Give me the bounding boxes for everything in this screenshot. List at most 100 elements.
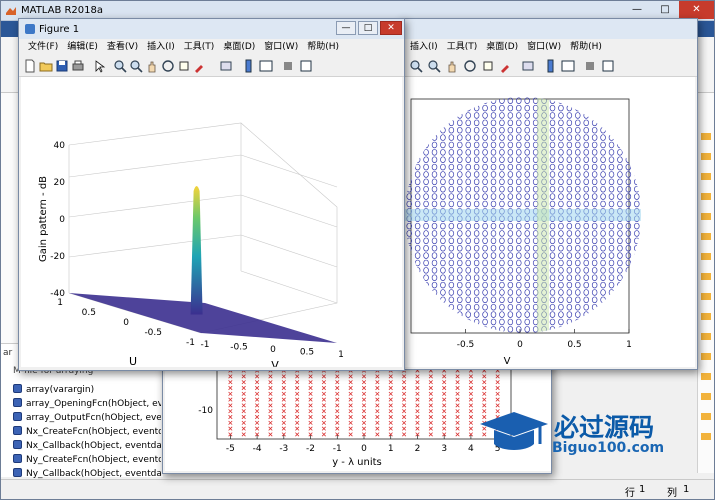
pan-icon[interactable] <box>445 59 459 73</box>
x-tick-label: 2 <box>415 444 421 454</box>
figure1-toolbar <box>19 55 404 77</box>
data-cursor-icon[interactable] <box>177 59 191 73</box>
figure-window-gain-pattern[interactable]: Figure 1 — □ ✕ 文件(F) 编辑(E) 查看(V) 插入(I) 工具(T)… <box>18 18 405 371</box>
contour-ring <box>634 318 640 326</box>
matlab-minimize-button[interactable]: — <box>623 1 651 19</box>
menu-window[interactable]: 窗口(W) <box>527 39 561 55</box>
marker-bar <box>701 233 711 240</box>
list-item[interactable]: Ny_CreateFcn(hObject, eventdata... <box>13 454 161 467</box>
rotate-3d-icon[interactable] <box>161 59 175 73</box>
menu-insert[interactable]: 插入(I) <box>147 39 175 55</box>
figure2-toolbar <box>401 55 697 77</box>
list-item[interactable]: Nx_CreateFcn(hObject, eventdata... <box>13 426 161 439</box>
contour-ring <box>634 178 640 186</box>
matlab-maximize-button[interactable]: □ <box>651 1 679 19</box>
x-tick-label: 3 <box>441 444 447 454</box>
new-figure-icon[interactable] <box>23 59 37 73</box>
brush-icon[interactable] <box>499 59 513 73</box>
legend-icon[interactable] <box>259 59 273 73</box>
figure1-maximize-button[interactable]: □ <box>358 21 378 35</box>
contour-ring <box>634 185 640 193</box>
contour-ring <box>634 259 640 267</box>
brush-icon[interactable] <box>193 59 207 73</box>
menu-edit[interactable]: 编辑(E) <box>67 39 98 55</box>
z-tick-label: 0 <box>59 215 65 225</box>
u-axis-label: U <box>129 355 137 367</box>
list-item[interactable]: Nx_Callback(hObject, eventdata... <box>13 440 161 453</box>
link-plot-icon[interactable] <box>521 59 535 73</box>
function-icon <box>13 426 22 435</box>
figure1-close-button[interactable]: ✕ <box>380 21 402 35</box>
hide-plot-tools-icon[interactable] <box>583 59 597 73</box>
menu-tools[interactable]: 工具(T) <box>447 39 478 55</box>
figure1-menu-bar: 文件(F) 编辑(E) 查看(V) 插入(I) 工具(T) 桌面(D) 窗口(W) 帮助(H) <box>19 39 404 55</box>
colorbar-icon[interactable] <box>543 59 557 73</box>
main-lobe-band-horizontal <box>405 209 641 221</box>
legend-icon[interactable] <box>561 59 575 73</box>
figure-window-contour[interactable]: 插入(I) 工具(T) 桌面(D) 窗口(W) 帮助(H) -0.5 0 0.5 1 V <box>400 18 698 370</box>
figure2-title-bar[interactable] <box>401 19 697 39</box>
contour-ring <box>634 97 640 104</box>
rotate-icon[interactable] <box>463 59 477 73</box>
function-icon <box>13 468 22 477</box>
menu-desktop[interactable]: 桌面(D) <box>486 39 518 55</box>
contour-ring <box>634 163 640 171</box>
marker-bar <box>701 393 711 400</box>
x-tick-label: 0.5 <box>567 340 581 350</box>
marker-bar <box>701 193 711 200</box>
menu-window[interactable]: 窗口(W) <box>264 39 298 55</box>
show-plot-tools-icon[interactable] <box>601 59 615 73</box>
list-item[interactable]: array_OpeningFcn(hObject, eventdata... <box>13 398 161 411</box>
panel-header: ar <box>3 348 13 358</box>
list-item[interactable]: array(varargin) <box>13 384 161 397</box>
figure1-title: Figure 1 <box>39 24 80 35</box>
menu-desktop[interactable]: 桌面(D) <box>223 39 255 55</box>
print-icon[interactable] <box>71 59 85 73</box>
figure1-minimize-button[interactable]: — <box>336 21 356 35</box>
list-item[interactable]: array_OutputFcn(hObject, eventdata... <box>13 412 161 425</box>
link-plot-icon[interactable] <box>219 59 233 73</box>
x-tick-label: -3 <box>279 444 288 454</box>
menu-tools[interactable]: 工具(T) <box>184 39 215 55</box>
main-lobe-band-vertical <box>537 97 549 333</box>
show-plot-tools-icon[interactable] <box>299 59 313 73</box>
zoom-out-icon[interactable] <box>427 59 441 73</box>
status-bar: 行 1 列 1 <box>1 479 714 499</box>
zoom-in-icon[interactable] <box>113 59 127 73</box>
menu-help[interactable]: 帮助(H) <box>570 39 602 55</box>
hide-plot-tools-icon[interactable] <box>281 59 295 73</box>
save-icon[interactable] <box>55 59 69 73</box>
menu-insert[interactable]: 插入(I) <box>410 39 438 55</box>
marker-bar <box>701 333 711 340</box>
graduation-cap-logo-icon <box>480 412 548 450</box>
marker-bar <box>701 213 711 220</box>
contour-plot: -0.5 0 0.5 1 V <box>405 77 695 367</box>
menu-file[interactable]: 文件(F) <box>28 39 58 55</box>
contour-ring <box>634 311 640 318</box>
marker-bar <box>701 133 711 140</box>
marker-bar <box>701 253 711 260</box>
contour-ring <box>634 119 640 127</box>
contour-ring <box>634 326 640 333</box>
v-tick-label: 0.5 <box>300 348 314 358</box>
zoom-in-icon[interactable] <box>409 59 423 73</box>
matlab-close-button[interactable]: ✕ <box>679 1 714 19</box>
x-tick-label: -5 <box>226 444 235 454</box>
contour-ring <box>634 303 640 311</box>
x-tick-label: -0.5 <box>457 340 475 350</box>
figure1-title-bar[interactable]: Figure 1 — □ ✕ <box>19 19 404 39</box>
watermark: 必过源码 Biguo100.com <box>478 406 704 458</box>
menu-view[interactable]: 查看(V) <box>107 39 138 55</box>
open-file-icon[interactable] <box>39 59 53 73</box>
z-axis-label: Gain pattern - dB <box>38 176 49 262</box>
menu-help[interactable]: 帮助(H) <box>307 39 339 55</box>
edit-plot-arrow-icon[interactable] <box>93 59 107 73</box>
data-cursor-icon[interactable] <box>481 59 495 73</box>
status-col-label: 列 <box>667 488 677 499</box>
colorbar-icon[interactable] <box>241 59 255 73</box>
contour-ring <box>634 237 640 245</box>
marker-bar <box>701 293 711 300</box>
pan-icon[interactable] <box>145 59 159 73</box>
figure-icon <box>25 24 35 34</box>
zoom-out-icon[interactable] <box>129 59 143 73</box>
